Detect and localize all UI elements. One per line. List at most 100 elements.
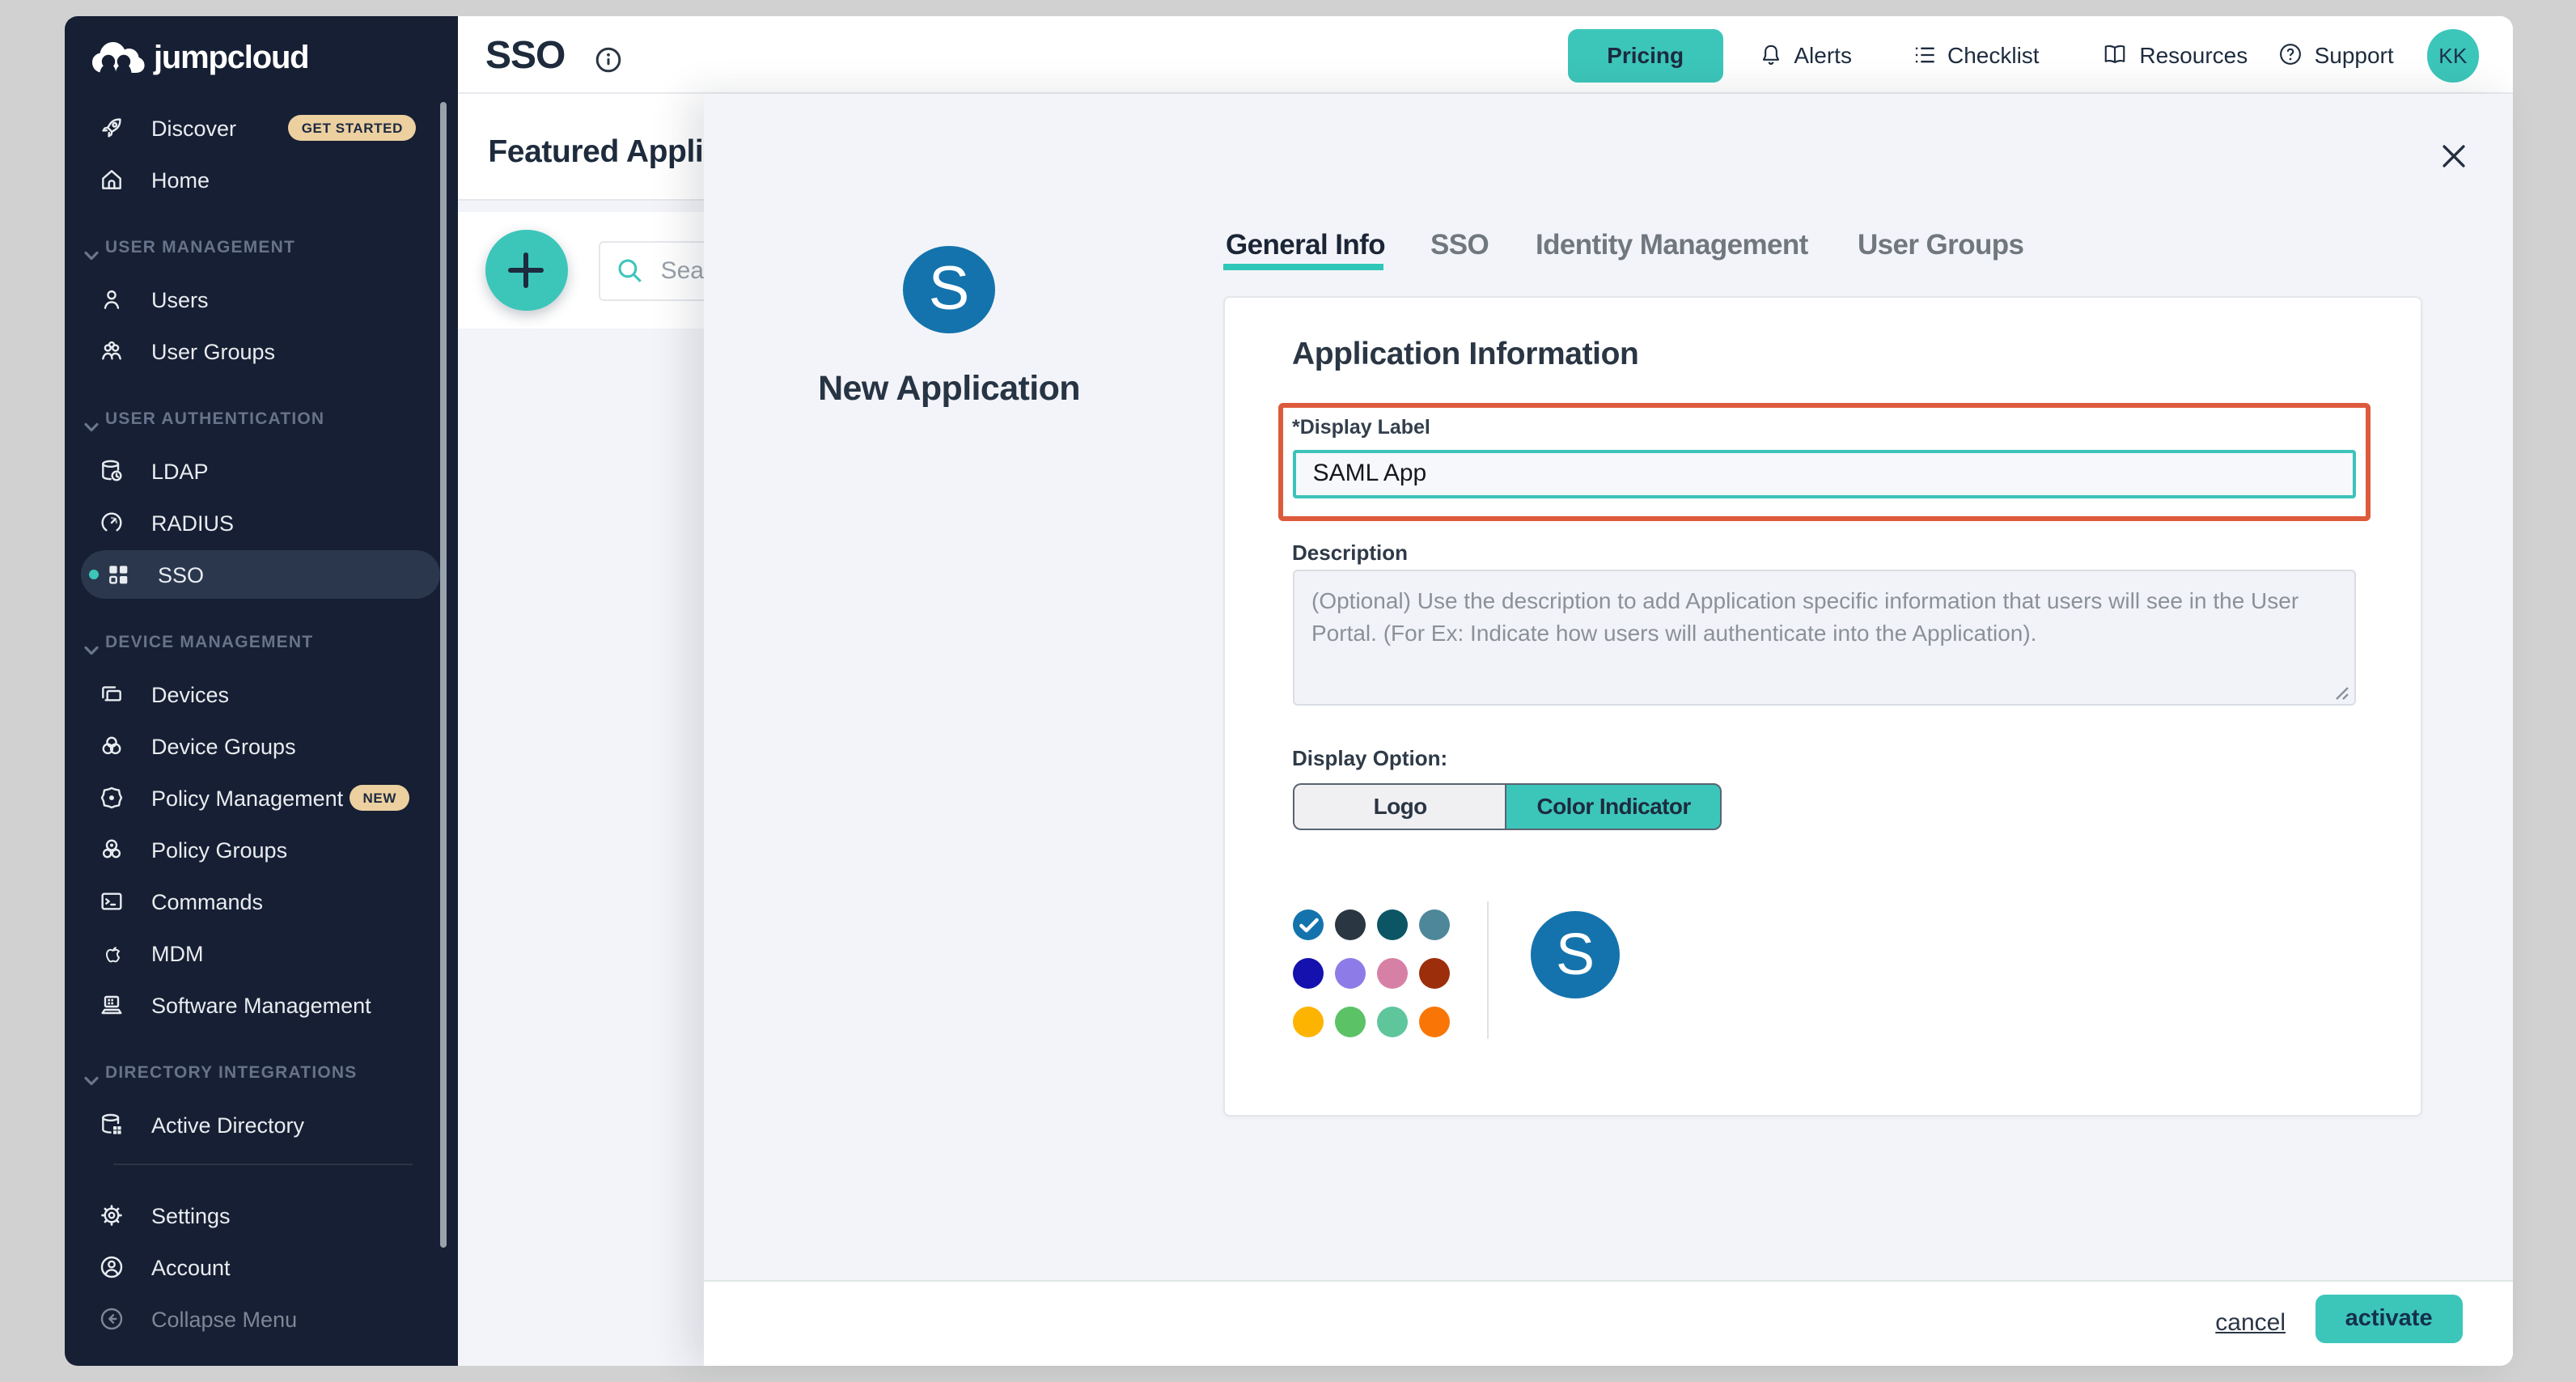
display-option-label: Display Option: (1292, 745, 1447, 769)
sidebar-item-user-groups[interactable]: User Groups (65, 325, 458, 377)
terminal-icon (99, 888, 125, 914)
sidebar-item-device-groups[interactable]: Device Groups (65, 720, 458, 772)
get-started-badge: GET STARTED (289, 115, 416, 141)
active-indicator-dot (89, 570, 99, 579)
color-swatch-9[interactable] (1335, 1007, 1366, 1038)
user-group-icon (99, 338, 125, 364)
sidebar-item-software-management[interactable]: Software Management (65, 979, 458, 1031)
sidebar-item-sso[interactable]: SSO (65, 549, 458, 600)
sidebar-section-user-authentication[interactable]: USER AUTHENTICATION (65, 393, 458, 445)
sidebar-divider (113, 1164, 413, 1165)
info-icon[interactable] (595, 46, 621, 80)
sidebar-item-settings[interactable]: Settings (65, 1189, 458, 1241)
collapse-icon (99, 1306, 125, 1332)
color-swatch-1[interactable] (1335, 910, 1366, 941)
display-option-toggle: Logo Color Indicator (1294, 782, 1722, 830)
color-swatch-5[interactable] (1335, 959, 1366, 990)
sidebar-item-account[interactable]: Account (65, 1241, 458, 1293)
tab-general-info[interactable]: General Info (1226, 227, 1385, 261)
help-icon (2279, 42, 2303, 66)
sidebar-item-ldap[interactable]: LDAP (65, 445, 458, 497)
display-label-highlight-box: *Display Label SAML App (1278, 403, 2371, 520)
swatch-preview-divider (1486, 901, 1489, 1038)
policy-groups-icon (99, 837, 125, 863)
color-swatch-7[interactable] (1419, 959, 1450, 990)
devices-icon (99, 681, 125, 707)
logo-wordmark: jumpcloud (154, 40, 308, 77)
sidebar-item-radius[interactable]: RADIUS (65, 497, 458, 549)
tab-user-groups[interactable]: User Groups (1858, 227, 2023, 261)
ldap-database-icon (99, 458, 125, 484)
cancel-link[interactable]: cancel (2215, 1308, 2286, 1336)
sidebar-nav: DiscoverGET STARTEDHomeUSER MANAGEMENTUs… (65, 102, 458, 1345)
display-label-input[interactable]: SAML App (1293, 449, 2356, 498)
sidebar-section-directory-integrations[interactable]: DIRECTORY INTEGRATIONS (65, 1047, 458, 1099)
check-icon (1299, 918, 1319, 934)
resize-handle-icon[interactable] (2333, 685, 2349, 701)
activate-button[interactable]: activate (2315, 1295, 2463, 1343)
sidebar-item-active-directory[interactable]: Active Directory (65, 1099, 458, 1151)
color-swatch-grid (1294, 910, 1451, 1038)
pricing-button[interactable]: Pricing (1567, 29, 1723, 82)
support-button[interactable]: Support (2279, 16, 2394, 92)
sidebar-scrollbar[interactable] (439, 102, 447, 1248)
jumpcloud-logo[interactable]: jumpcloud (91, 37, 308, 79)
sidebar-item-policy-groups[interactable]: Policy Groups (65, 824, 458, 875)
device-groups-icon (99, 733, 125, 759)
sidebar-item-home[interactable]: Home (65, 154, 458, 206)
close-button[interactable] (2439, 142, 2467, 170)
color-swatch-11[interactable] (1419, 1007, 1450, 1038)
color-swatch-8[interactable] (1294, 1007, 1324, 1038)
close-icon (2439, 142, 2467, 170)
resources-button[interactable]: Resources (2102, 16, 2248, 92)
logo-option-button[interactable]: Logo (1294, 782, 1506, 830)
checklist-button[interactable]: Checklist (1912, 16, 2040, 92)
policy-icon (99, 785, 125, 811)
resources-label: Resources (2139, 41, 2248, 67)
gear-icon (99, 1202, 125, 1228)
alerts-button[interactable]: Alerts (1758, 16, 1852, 92)
add-application-button[interactable] (485, 229, 568, 312)
color-swatch-3[interactable] (1419, 910, 1450, 941)
radius-gauge-icon (99, 510, 125, 536)
page-title: SSO (485, 16, 565, 91)
color-indicator-option-button[interactable]: Color Indicator (1506, 782, 1722, 830)
active-item-pill (81, 550, 440, 599)
color-swatch-selected[interactable] (1294, 910, 1324, 941)
application-information-heading: Application Information (1292, 336, 1638, 373)
color-swatch-4[interactable] (1294, 959, 1324, 990)
top-header: SSO Pricing Alerts Checklist Resources S… (458, 16, 2512, 93)
description-label: Description (1292, 541, 1408, 565)
user-icon (99, 286, 125, 312)
color-swatch-2[interactable] (1377, 910, 1408, 941)
display-label-label: *Display Label (1292, 416, 1430, 439)
book-icon (2102, 42, 2128, 66)
software-icon (99, 992, 125, 1018)
sidebar-item-users[interactable]: Users (65, 273, 458, 325)
sidebar-section-user-management[interactable]: USER MANAGEMENT (65, 222, 458, 273)
sidebar-item-mdm[interactable]: MDM (65, 927, 458, 979)
sidebar-section-device-management[interactable]: DEVICE MANAGEMENT (65, 617, 458, 668)
sidebar-item-devices[interactable]: Devices (65, 668, 458, 720)
chevron-down-icon (84, 239, 99, 268)
plus-icon (507, 251, 546, 290)
sso-grid-icon (105, 562, 131, 587)
color-swatch-10[interactable] (1377, 1007, 1408, 1038)
color-swatch-6[interactable] (1377, 959, 1408, 990)
user-avatar[interactable]: KK (2426, 29, 2479, 82)
description-textarea[interactable] (1292, 570, 2356, 706)
modal-footer: cancel activate (704, 1279, 2512, 1365)
tab-identity-management[interactable]: Identity Management (1536, 227, 1808, 261)
tab-sso[interactable]: SSO (1430, 227, 1489, 261)
checklist-icon (1912, 43, 1936, 66)
new-badge: NEW (350, 785, 409, 811)
application-avatar: S (903, 246, 995, 334)
sidebar-item-discover[interactable]: DiscoverGET STARTED (65, 102, 458, 154)
home-icon (99, 167, 125, 193)
active-tab-underline (1223, 264, 1383, 270)
chevron-down-icon (84, 1064, 99, 1093)
new-application-modal: S New Application General InfoSSOIdentit… (704, 93, 2512, 1365)
sidebar-item-commands[interactable]: Commands (65, 875, 458, 927)
sidebar-item-collapse-menu[interactable]: Collapse Menu (65, 1293, 458, 1345)
sidebar-item-policy-management[interactable]: Policy ManagementNEW (65, 772, 458, 824)
